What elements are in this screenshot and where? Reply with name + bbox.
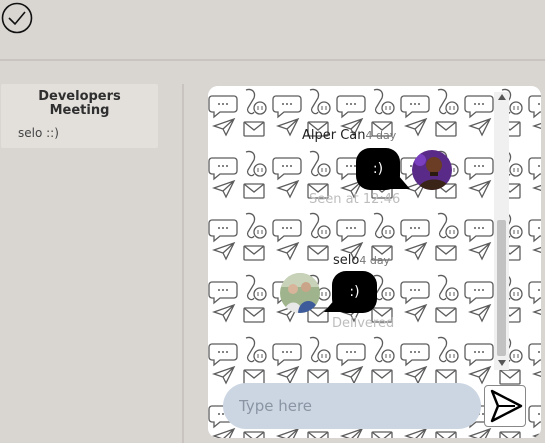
message-bubble: :) xyxy=(332,271,377,313)
check-circle-icon xyxy=(1,2,33,34)
header-divider xyxy=(0,59,545,61)
avatar xyxy=(280,273,320,313)
send-button[interactable] xyxy=(484,385,526,427)
scroll-thumb[interactable] xyxy=(497,220,506,356)
scroll-up-arrow-icon[interactable] xyxy=(498,94,506,100)
message-time-ago: 4 day xyxy=(359,254,391,267)
conversation-title: Developers Meeting xyxy=(38,89,121,118)
conversation-preview: selo ::) xyxy=(18,126,59,140)
message-time-ago: 4 day xyxy=(365,129,397,142)
menu-button[interactable] xyxy=(1,2,33,34)
message-status: Seen at 12:46 xyxy=(309,192,401,207)
message-scrollbar[interactable] xyxy=(494,92,509,370)
send-icon xyxy=(490,389,523,423)
message-bubble: :) xyxy=(356,148,400,190)
sender-name: Alper Can xyxy=(302,128,366,143)
message-sender: Alper Can4 day xyxy=(302,128,396,143)
avatar xyxy=(412,150,452,190)
message-sender: selo4 day xyxy=(333,253,390,268)
conversation-item[interactable]: Developers Meeting selo ::) xyxy=(1,84,158,148)
sidebar-divider xyxy=(182,84,184,443)
scroll-down-arrow-icon[interactable] xyxy=(498,360,506,366)
sender-name: selo xyxy=(333,253,360,268)
message-status: Delivered xyxy=(332,316,395,331)
message-input[interactable] xyxy=(223,383,481,429)
